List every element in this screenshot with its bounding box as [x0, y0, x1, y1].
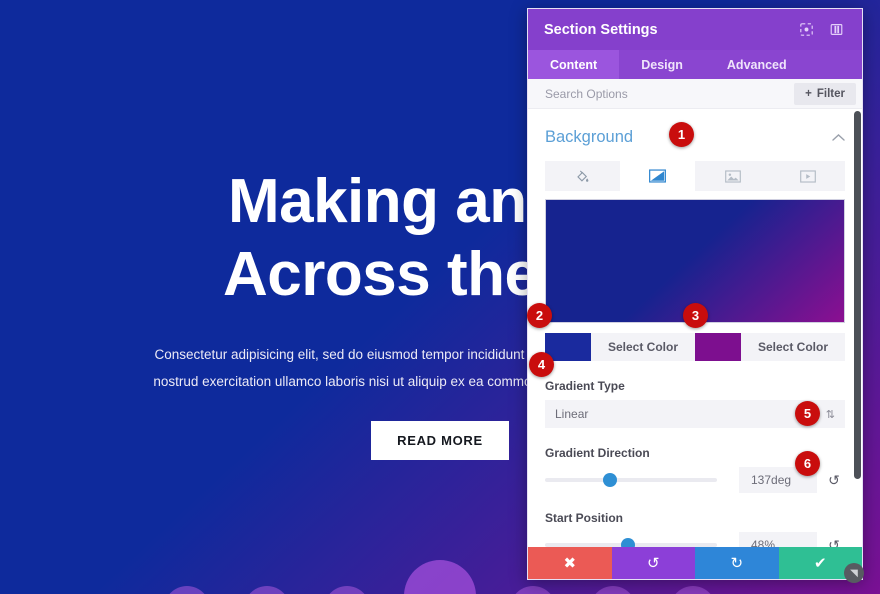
search-input[interactable]: [545, 86, 795, 101]
section-settings-panel: Section Settings Content Design Advanced…: [527, 8, 864, 583]
bubble-decoration: [590, 586, 636, 594]
callout-badge-3: 3: [683, 303, 708, 328]
cancel-button[interactable]: ✖: [528, 547, 612, 579]
background-type-tabs: [545, 161, 845, 191]
bubble-decoration: [510, 586, 556, 594]
layout-columns-icon[interactable]: [826, 20, 846, 40]
panel-tab-bar: Content Design Advanced: [528, 50, 862, 79]
gradient-type-value: Linear: [555, 407, 589, 421]
filter-button-label: Filter: [816, 87, 845, 100]
callout-badge-6: 6: [795, 451, 820, 476]
callout-badge-5: 5: [795, 401, 820, 426]
start-position-row: 48% ↺: [545, 532, 845, 547]
bubble-decoration: [164, 586, 210, 594]
resize-handle[interactable]: ◥: [844, 563, 864, 583]
panel-scroll-content: Background Select Color Select Color Gra…: [528, 109, 862, 547]
gradient-direction-slider-knob[interactable]: [603, 473, 618, 487]
panel-title: Section Settings: [544, 21, 658, 38]
read-more-button[interactable]: READ MORE: [371, 421, 509, 461]
tab-advanced[interactable]: Advanced: [705, 50, 809, 79]
callout-badge-2: 2: [527, 303, 552, 328]
background-section-header[interactable]: Background: [545, 109, 845, 161]
undo-button[interactable]: ↺: [611, 547, 695, 579]
gradient-end-color-group: Select Color: [695, 333, 845, 361]
start-position-label: Start Position: [545, 511, 624, 525]
start-position-value[interactable]: 48%: [739, 532, 817, 547]
plus-icon: +: [805, 87, 812, 100]
panel-body: Background Select Color Select Color Gra…: [528, 109, 862, 547]
panel-scrollbar[interactable]: [854, 109, 861, 547]
gradient-end-color-swatch[interactable]: [695, 333, 741, 361]
gradient-direction-slider[interactable]: [545, 473, 717, 487]
redo-button[interactable]: ↻: [695, 547, 779, 579]
search-row: + Filter: [528, 79, 862, 109]
gradient-tab[interactable]: [620, 161, 695, 191]
bubble-decoration: [670, 586, 716, 594]
chevron-up-icon[interactable]: [832, 131, 845, 145]
panel-header: Section Settings: [528, 9, 862, 50]
bubble-decoration: [404, 560, 476, 594]
callout-badge-4: 4: [529, 352, 554, 377]
color-fill-tab[interactable]: [545, 161, 620, 191]
target-icon[interactable]: [796, 20, 816, 40]
bubble-decoration: [324, 586, 370, 594]
video-tab[interactable]: [770, 161, 845, 191]
gradient-color-row: Select Color Select Color: [545, 333, 845, 361]
panel-action-bar: ✖ ↺ ↻ ✔ ◥: [528, 547, 864, 583]
gradient-start-select-color-button[interactable]: Select Color: [591, 340, 695, 354]
reset-icon[interactable]: ↺: [823, 537, 845, 548]
panel-scrollbar-thumb[interactable]: [854, 111, 861, 479]
callout-badge-1: 1: [669, 122, 694, 147]
image-tab[interactable]: [695, 161, 770, 191]
gradient-end-select-color-button[interactable]: Select Color: [741, 340, 845, 354]
chevron-updown-icon: ⇅: [825, 408, 835, 421]
bubble-decoration: [244, 586, 290, 594]
gradient-type-label: Gradient Type: [545, 379, 625, 393]
gradient-start-color-group: Select Color: [545, 333, 695, 361]
start-position-slider-knob[interactable]: [620, 538, 635, 547]
reset-icon[interactable]: ↺: [823, 472, 845, 489]
filter-button[interactable]: + Filter: [794, 82, 856, 105]
tab-design[interactable]: Design: [619, 50, 705, 79]
tab-content[interactable]: Content: [528, 50, 620, 79]
start-position-slider[interactable]: [545, 538, 717, 547]
